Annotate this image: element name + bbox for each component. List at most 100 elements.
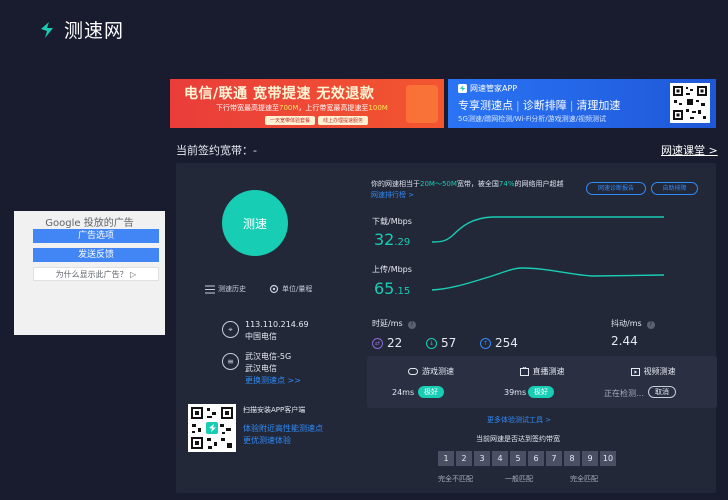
ad-banner-button-1[interactable]: 一天宽带体验套餐: [265, 116, 316, 125]
scale-cell[interactable]: 10: [600, 451, 616, 466]
test-history-label: 测速历史: [218, 285, 246, 293]
app-logo-icon: [458, 84, 467, 93]
jitter-value: 2.44: [611, 334, 638, 348]
app-download-qr-icon: [188, 404, 236, 452]
diagnose-report-button[interactable]: 网速诊断报告: [586, 182, 646, 195]
google-ad-title: Google 投放的广告: [45, 218, 134, 229]
video-test-title: 视频测速: [589, 366, 717, 377]
jitter-label: 抖动/ms?: [611, 318, 655, 329]
upload-latency-icon: ↑: [480, 337, 491, 349]
app-name-text: 网速管家APP: [470, 84, 518, 93]
location-pin-icon: ⌖: [222, 321, 239, 338]
live-stream-icon: [519, 366, 529, 376]
ip-address: 113.110.214.69: [245, 320, 309, 329]
ad-banner-button-2[interactable]: 线上办理提速服务: [318, 116, 369, 125]
download-latency-icon: ↓: [426, 337, 437, 349]
desc-range: 20M～50M: [420, 180, 457, 188]
latency-label-text: 时延/ms: [372, 319, 403, 328]
ad-banner-subtitle: 下行带宽最高提速至700M，上行带宽最高提速至100M: [216, 103, 388, 113]
speed-ranking-link[interactable]: 网速排行榜 >: [371, 190, 414, 200]
logo-text: 测速网: [64, 20, 125, 42]
game-test-card[interactable]: 游戏测速 24ms 极好: [367, 356, 495, 408]
upload-int: 65: [374, 279, 395, 298]
current-plan-label: 当前签约宽带：-: [176, 144, 257, 157]
ad-banner-gift-icon: [406, 85, 438, 123]
app-scan-label: 扫描安装APP客户端: [243, 406, 306, 414]
gear-icon: [269, 284, 279, 294]
self-troubleshoot-button[interactable]: 自助排障: [651, 182, 698, 195]
scale-label-high: 完全匹配: [570, 475, 598, 483]
isp-name: 中国电信: [245, 332, 277, 341]
unit-range-label: 单位/量程: [282, 285, 313, 293]
gamepad-icon: [408, 368, 418, 375]
ad-options-button[interactable]: 广告选项: [33, 229, 159, 243]
node-isp: 武汉电信: [245, 364, 277, 373]
download-speed-graph: [432, 216, 664, 243]
scale-cell[interactable]: 4: [492, 451, 508, 466]
upload-value: 65.15: [374, 279, 410, 298]
download-int: 32: [374, 230, 395, 249]
google-ad-box: Google 投放的广告 广告选项 发送反馈 为什么显示此广告？ ▷: [14, 211, 165, 335]
ad-banner-broadband[interactable]: 电信/联通 宽带提速 无效退款 下行带宽最高提速至700M，上行带宽最高提速至1…: [170, 79, 444, 128]
ad-banner-app[interactable]: 网速管家APP 专享测速点 | 诊断排障 | 清理加速 5G测速/蹭网检测/Wi-Fi分…: [448, 79, 716, 128]
live-test-card[interactable]: 直播测速 39ms 极好: [478, 356, 606, 408]
unit-range-button[interactable]: 单位/量程: [269, 284, 312, 294]
app-benefit-2: 更优测速体验: [243, 436, 291, 445]
desc-post: 的网络用户超越: [514, 180, 564, 188]
upload-speed-graph: [432, 267, 664, 291]
ad-sub-up: 100M: [368, 104, 388, 112]
app-feature-2: 诊断排障: [522, 99, 567, 112]
speed-class-link[interactable]: 网速课堂 >: [661, 142, 718, 158]
test-history-button[interactable]: 测速历史: [205, 284, 246, 294]
scale-cell[interactable]: 5: [510, 451, 526, 466]
video-test-cancel-button[interactable]: 取消: [648, 386, 676, 398]
ad-banner-title: 电信/联通 宽带提速 无效退款: [184, 86, 375, 102]
latency-help-icon[interactable]: ?: [407, 321, 416, 329]
live-test-title: 直播测速: [478, 366, 606, 377]
node-info: ≡ 武汉电信-5G 武汉电信 更换测速点 >>: [222, 351, 301, 387]
ip-info: ⌖ 113.110.214.69 中国电信: [222, 319, 309, 343]
history-list-icon: [205, 285, 215, 293]
start-test-button[interactable]: 测速: [222, 190, 288, 256]
desc-pre: 你的网速相当于: [371, 180, 420, 188]
scale-cell[interactable]: 8: [564, 451, 580, 466]
server-icon: ≡: [222, 353, 239, 370]
desc-percent: 74%: [498, 180, 515, 188]
latency-upload: ↑ 254: [480, 336, 518, 350]
scale-label-low: 完全不匹配: [438, 475, 473, 483]
why-this-ad-button[interactable]: 为什么显示此广告？ ▷: [33, 267, 159, 281]
app-features: 专享测速点 | 诊断排障 | 清理加速: [458, 99, 621, 112]
speed-description: 你的网速相当于20M～50M宽带，被全国74%的网络用户超越: [371, 179, 563, 190]
scale-cell[interactable]: 3: [474, 451, 490, 466]
download-dec: .29: [394, 237, 411, 248]
video-test-value: 正在检测…: [604, 389, 644, 398]
latency-download: ↓ 57: [426, 336, 456, 350]
jitter-help-icon[interactable]: ?: [646, 321, 655, 329]
logo-mark-icon: [41, 21, 53, 38]
ad-sub-prefix: 下行带宽最高提速至: [216, 104, 279, 112]
scale-cell[interactable]: 6: [528, 451, 544, 466]
jitter-label-text: 抖动/ms: [611, 319, 642, 328]
download-label: 下载/Mbps: [372, 217, 412, 226]
scale-cell[interactable]: 7: [546, 451, 562, 466]
logo[interactable]: 测速网: [38, 16, 124, 43]
desc-mid: 宽带，被全国: [456, 180, 499, 188]
latency-idle: ⇄ 22: [372, 336, 402, 350]
latency-upload-value: 254: [495, 336, 518, 350]
video-icon: [630, 367, 640, 376]
latency-label: 时延/ms?: [372, 318, 416, 329]
send-feedback-button[interactable]: 发送反馈: [33, 248, 159, 262]
more-tools-link[interactable]: 更多体验测试工具 >: [487, 415, 551, 425]
latency-download-value: 57: [441, 336, 457, 350]
game-test-value: 24ms: [392, 388, 415, 397]
video-test-title-text: 视频测速: [643, 367, 676, 376]
app-benefit-1: 体验附近高性能测速点: [243, 424, 323, 433]
change-node-link[interactable]: 更换测速点 >>: [245, 375, 301, 387]
scale-cell[interactable]: 2: [456, 451, 472, 466]
video-test-card[interactable]: 视频测速 正在检测… 取消: [589, 356, 717, 408]
upload-label: 上传/Mbps: [372, 265, 412, 274]
ad-sub-mid: ，上行带宽最高提速至: [298, 104, 369, 112]
latency-idle-value: 22: [387, 336, 403, 350]
scale-cell[interactable]: 9: [582, 451, 598, 466]
scale-cell[interactable]: 1: [438, 451, 454, 466]
